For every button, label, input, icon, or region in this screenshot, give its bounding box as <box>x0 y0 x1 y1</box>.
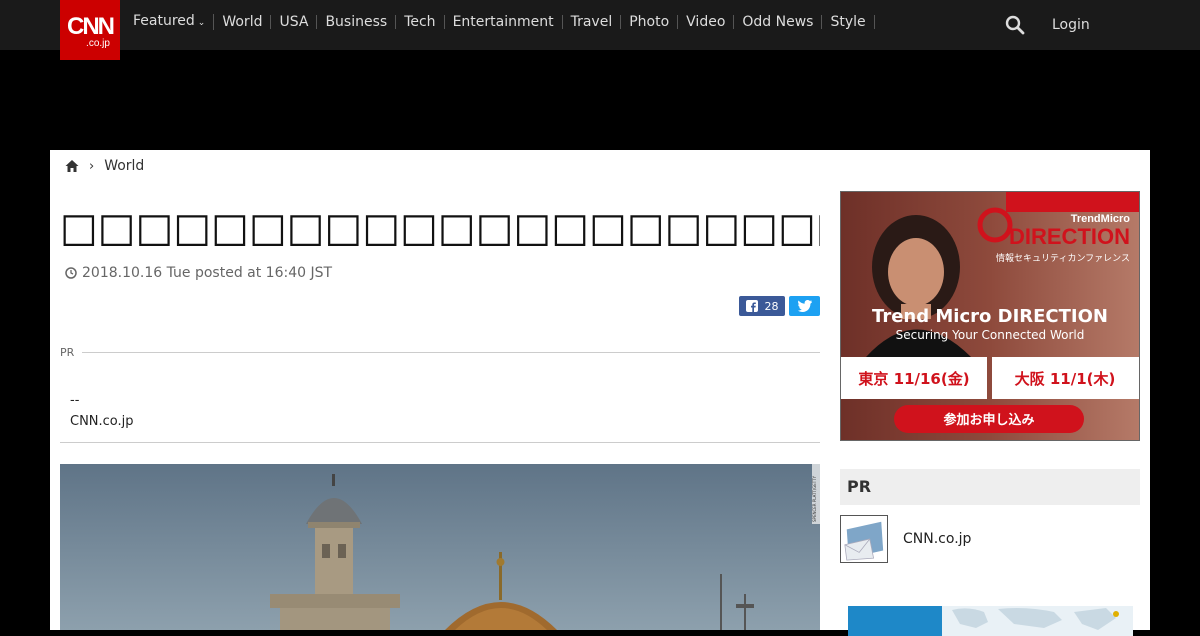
sidebar-item-label: CNN.co.jp <box>903 531 972 547</box>
envelope-icon <box>840 515 888 563</box>
ad-headline: Trend Micro DIRECTION <box>872 306 1108 327</box>
pr-separator: PR <box>60 346 820 359</box>
search-icon[interactable] <box>1005 15 1025 35</box>
clock-icon <box>65 267 77 279</box>
nav-item-label: Featured <box>133 13 195 29</box>
chevron-right-icon: › <box>89 158 95 174</box>
nav-item-featured[interactable]: Featured ⌄ <box>125 13 215 30</box>
cnn-logo[interactable]: CNN .co.jp <box>60 0 120 60</box>
divider <box>60 442 820 443</box>
ad-tokyo-date: 東京 11/16(金) <box>858 370 969 388</box>
nav-item-odd-news[interactable]: Odd News <box>734 15 823 29</box>
article-title: □□□□□□□□□□□□□□□□□□□□□□□□□□□□□ <box>60 206 820 250</box>
pr-line-2[interactable]: CNN.co.jp <box>70 411 134 432</box>
twitter-share-button[interactable] <box>789 296 820 316</box>
share-buttons: 28 <box>739 296 820 316</box>
nav-item-video[interactable]: Video <box>678 15 735 29</box>
sidebar-pr-item[interactable]: CNN.co.jp <box>840 515 971 563</box>
article-dateline: 2018.10.16 Tue posted at 16:40 JST <box>65 265 332 281</box>
share-count: 28 <box>764 299 779 313</box>
facebook-icon <box>745 300 758 312</box>
photo-credit: SPENCER PLATT/GETTY <box>812 475 817 522</box>
nav-item-world[interactable]: World <box>214 15 272 29</box>
logo-main-text: CNN <box>67 13 115 40</box>
article-photo: SPENCER PLATT/GETTY <box>60 464 820 630</box>
logo-sub-text: .co.jp <box>86 38 110 49</box>
ad-subheadline: Securing Your Connected World <box>896 328 1085 342</box>
breadcrumb-section-link[interactable]: World <box>104 158 144 174</box>
content-panel: › World □□□□□□□□□□□□□□□□□□□□□□□□□□□□□ 20… <box>50 150 1150 636</box>
facebook-share-button[interactable]: 28 <box>739 296 785 316</box>
pr-block: -- CNN.co.jp <box>70 390 134 432</box>
twitter-icon <box>797 300 812 312</box>
ad-tagline: 情報セキュリティカンファレンス <box>996 252 1130 264</box>
dateline-text: 2018.10.16 Tue posted at 16:40 JST <box>82 265 333 281</box>
ad-logo: DIRECTION <box>1009 224 1130 249</box>
trend-micro-ad-banner[interactable]: TrendMicro DIRECTION 情報セキュリティカンファレンス Tre… <box>840 191 1140 441</box>
top-navigation-bar: CNN .co.jp Featured ⌄ World USA Business … <box>0 0 1200 60</box>
nav-item-entertainment[interactable]: Entertainment <box>445 15 563 29</box>
nav-item-photo[interactable]: Photo <box>621 15 679 29</box>
ad-cta: 参加お申し込み <box>943 412 1034 428</box>
nav-item-travel[interactable]: Travel <box>563 15 622 29</box>
pr-label: PR <box>60 346 75 359</box>
ad-banner-image: TrendMicro DIRECTION 情報セキュリティカンファレンス Tre… <box>841 192 1139 440</box>
nav-item-business[interactable]: Business <box>317 15 397 29</box>
nav-item-usa[interactable]: USA <box>271 15 318 29</box>
login-link[interactable]: Login <box>1052 17 1090 33</box>
mosque-photo-image: SPENCER PLATT/GETTY <box>60 464 820 630</box>
sidebar-pr-heading: PR <box>840 469 1140 505</box>
breadcrumb: › World <box>65 158 144 174</box>
home-icon[interactable] <box>65 159 79 173</box>
nav-item-style[interactable]: Style <box>822 15 875 29</box>
main-nav: Featured ⌄ World USA Business Tech Entert… <box>125 14 875 30</box>
pr-line <box>82 352 820 353</box>
pr-line-1: -- <box>70 393 80 408</box>
ad-osaka-date: 大阪 11/1(木) <box>1015 370 1116 388</box>
nav-item-tech[interactable]: Tech <box>396 15 445 29</box>
chevron-down-icon: ⌄ <box>197 18 206 28</box>
world-map-image[interactable] <box>848 606 1133 636</box>
